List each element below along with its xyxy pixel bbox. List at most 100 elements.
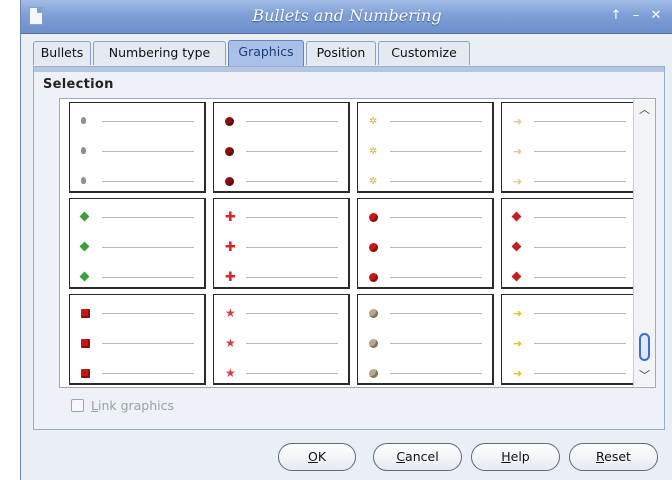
preview-line — [390, 217, 482, 218]
small-gray-bullet-icon — [81, 117, 86, 124]
ok-button-rest: K — [317, 449, 327, 464]
link-graphics-checkbox[interactable] — [71, 399, 84, 412]
bullet-style-option[interactable] — [213, 102, 350, 193]
dark-red-ball-bullet-icon — [225, 177, 234, 186]
link-graphics-label: Link graphics — [91, 398, 174, 413]
preview-line — [102, 343, 194, 344]
scroll-down-icon[interactable]: ﹀ — [637, 368, 652, 383]
red-cube-bullet-icon — [81, 369, 90, 378]
ok-button[interactable]: OK — [278, 443, 356, 471]
bullet-style-option[interactable]: ✲ ✲ ✲ — [357, 102, 494, 193]
ok-button-mnemonic: O — [307, 449, 318, 464]
dialog-window: Bullets and Numbering ↑ – ✕ Bullets Numb… — [20, 0, 672, 480]
preview-line — [246, 151, 338, 152]
ok-button-label: OK — [308, 444, 326, 470]
gallery-scrollbar[interactable]: ︿ ﹀ — [633, 100, 655, 386]
gold-swirl-bullet-icon: ✲ — [369, 116, 378, 127]
red-sphere-bullet-icon — [369, 243, 378, 252]
preview-line — [390, 181, 482, 182]
bullet-style-option[interactable]: ★ ★ ★ — [213, 294, 350, 385]
tab-numbering-type[interactable]: Numbering type — [93, 41, 226, 65]
preview-line — [534, 151, 626, 152]
preview-line — [534, 343, 626, 344]
red-diamond-bullet-icon — [511, 271, 522, 282]
bullet-gallery: ✲ ✲ ✲ ➜ ➜ ➜ ✚ ✚ ✚ ★ ★ ★ ➜ ➜ ➜ ︿ ﹀ — [59, 98, 656, 388]
preview-line — [102, 277, 194, 278]
help-button-rest: elp — [510, 449, 530, 464]
preview-line — [534, 121, 626, 122]
reset-button-rest: eset — [604, 449, 631, 464]
red-cross-bullet-icon: ✚ — [225, 270, 236, 285]
scrollbar-thumb[interactable] — [639, 333, 650, 361]
beige-pin-bullet-icon — [369, 369, 378, 378]
tab-position[interactable]: Position — [306, 41, 376, 65]
cancel-button[interactable]: Cancel — [373, 443, 462, 471]
preview-line — [390, 373, 482, 374]
preview-line — [534, 247, 626, 248]
yellow-arrow-bullet-icon: ➜ — [513, 367, 523, 380]
tab-graphics[interactable]: Graphics — [228, 40, 304, 66]
beige-pin-bullet-icon — [369, 339, 378, 348]
gold-swirl-bullet-icon: ✲ — [369, 176, 378, 187]
preview-line — [534, 181, 626, 182]
minimize-icon[interactable]: – — [628, 8, 644, 24]
preview-line — [390, 277, 482, 278]
bullet-style-option[interactable]: ➜ ➜ ➜ — [501, 102, 638, 193]
yellow-arrow-bullet-icon: ➜ — [513, 307, 523, 320]
panel-header-bar — [34, 67, 664, 72]
preview-line — [102, 181, 194, 182]
bullet-style-option[interactable] — [69, 294, 206, 385]
bullet-style-option[interactable]: ✚ ✚ ✚ — [213, 198, 350, 289]
graphics-panel: Selection ✲ ✲ ✲ ➜ ➜ ➜ ✚ ✚ ✚ ★ ★ ★ ➜ ➜ ➜ ︿ ﹀ Link graph… — [33, 66, 665, 430]
gold-swirl-bullet-icon: ✲ — [369, 146, 378, 157]
preview-line — [390, 247, 482, 248]
preview-line — [102, 247, 194, 248]
beige-pin-bullet-icon — [369, 309, 378, 318]
cancel-button-rest: ancel — [405, 449, 439, 464]
multicolor-diamond-bullet-icon — [79, 241, 90, 252]
up-arrow-icon[interactable]: ↑ — [608, 8, 624, 24]
bullet-style-option[interactable] — [501, 198, 638, 289]
small-gray-bullet-icon — [81, 177, 86, 184]
reset-button[interactable]: Reset — [569, 443, 658, 471]
dialog-title: Bullets and Numbering — [252, 6, 442, 25]
preview-line — [390, 121, 482, 122]
scroll-up-icon[interactable]: ︿ — [637, 102, 652, 117]
bullet-style-option[interactable] — [357, 198, 494, 289]
tab-customize[interactable]: Customize — [378, 41, 470, 65]
multicolor-diamond-bullet-icon — [79, 211, 90, 222]
bullet-style-option[interactable]: ➜ ➜ ➜ — [501, 294, 638, 385]
bullet-style-option[interactable] — [357, 294, 494, 385]
red-cube-bullet-icon — [81, 309, 90, 318]
pale-gold-arrow-bullet-icon: ➜ — [513, 115, 523, 128]
link-graphics-label-mnemonic: L — [91, 398, 98, 413]
preview-line — [246, 277, 338, 278]
red-cross-bullet-icon: ✚ — [225, 240, 236, 255]
dark-red-ball-bullet-icon — [225, 117, 234, 126]
preview-line — [102, 121, 194, 122]
preview-line — [534, 277, 626, 278]
close-icon[interactable]: ✕ — [648, 8, 664, 24]
title-bar[interactable]: Bullets and Numbering ↑ – ✕ — [21, 0, 672, 34]
small-gray-bullet-icon — [81, 147, 86, 154]
help-button[interactable]: Help — [471, 443, 560, 471]
tab-bullets[interactable]: Bullets — [33, 41, 91, 65]
preview-line — [390, 151, 482, 152]
preview-line — [534, 313, 626, 314]
preview-line — [246, 313, 338, 314]
preview-line — [390, 343, 482, 344]
bullet-style-option[interactable] — [69, 198, 206, 289]
help-button-mnemonic: H — [501, 449, 511, 464]
dark-red-ball-bullet-icon — [225, 147, 234, 156]
help-button-label: Help — [501, 444, 530, 470]
cancel-button-label: Cancel — [396, 444, 438, 470]
red-sphere-bullet-icon — [369, 213, 378, 222]
red-cross-bullet-icon: ✚ — [225, 210, 236, 225]
red-star-bullet-icon: ★ — [225, 336, 236, 350]
multicolor-diamond-bullet-icon — [79, 271, 90, 282]
red-star-bullet-icon: ★ — [225, 306, 236, 320]
red-sphere-bullet-icon — [369, 273, 378, 282]
cancel-button-mnemonic: C — [396, 449, 406, 464]
preview-line — [534, 373, 626, 374]
bullet-style-option[interactable] — [69, 102, 206, 193]
